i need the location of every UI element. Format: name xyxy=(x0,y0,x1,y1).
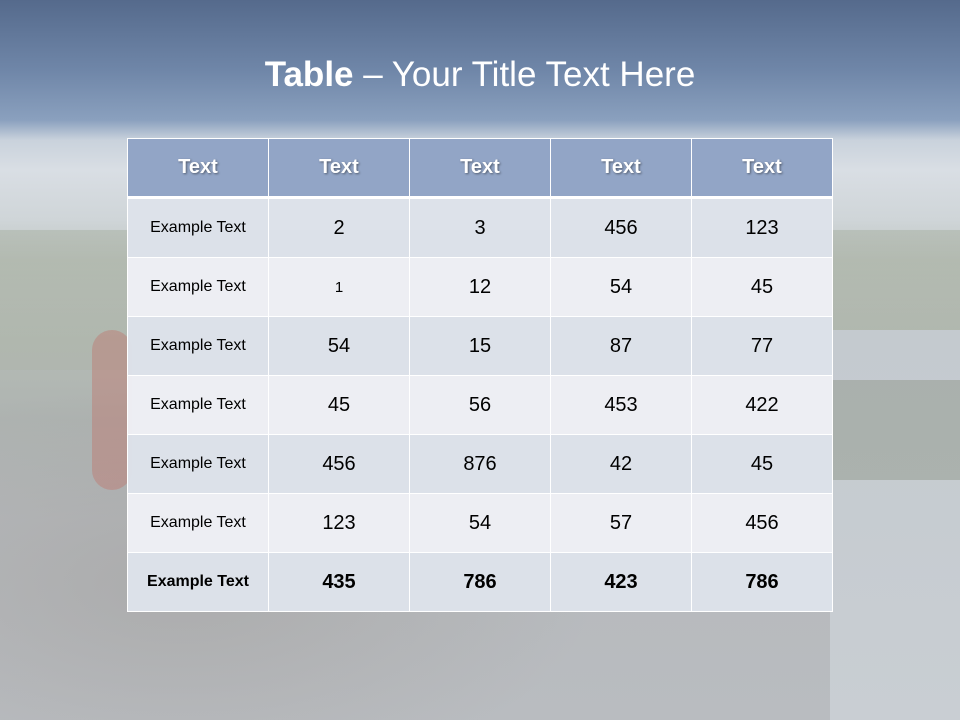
table-row: Example Text 123 54 57 456 xyxy=(127,493,833,553)
table-cell: 54 xyxy=(268,316,410,376)
table-cell: 123 xyxy=(691,197,833,258)
table-header-cell: Text xyxy=(691,138,833,199)
table-row: Example Text 1 12 54 45 xyxy=(127,257,833,317)
table-cell: 45 xyxy=(691,257,833,317)
table-cell: 422 xyxy=(691,375,833,435)
table-cell: 435 xyxy=(268,552,410,612)
table-cell: 423 xyxy=(550,552,692,612)
table-cell: 77 xyxy=(691,316,833,376)
table-header-cell: Text xyxy=(550,138,692,199)
background-hiker xyxy=(92,330,132,490)
table-cell: 87 xyxy=(550,316,692,376)
table-cell: 786 xyxy=(691,552,833,612)
table-cell: 56 xyxy=(409,375,551,435)
table-cell: 3 xyxy=(409,197,551,258)
table-cell: 876 xyxy=(409,434,551,494)
table-total-row: Example Text 435 786 423 786 xyxy=(127,552,833,612)
table-cell: 57 xyxy=(550,493,692,553)
row-label: Example Text xyxy=(127,375,269,435)
table-header-cell: Text xyxy=(268,138,410,199)
table-header-cell: Text xyxy=(409,138,551,199)
table-cell: 123 xyxy=(268,493,410,553)
table-cell: 15 xyxy=(409,316,551,376)
table-cell: 786 xyxy=(409,552,551,612)
table-row: Example Text 45 56 453 422 xyxy=(127,375,833,435)
slide-title: Table – Your Title Text Here xyxy=(0,52,960,98)
row-label: Example Text xyxy=(127,493,269,553)
table-cell: 45 xyxy=(691,434,833,494)
row-label: Example Text xyxy=(127,316,269,376)
row-label: Example Text xyxy=(127,197,269,258)
table-cell: 1 xyxy=(268,257,410,317)
row-label: Example Text xyxy=(127,257,269,317)
table-cell: 456 xyxy=(268,434,410,494)
row-label: Example Text xyxy=(127,552,269,612)
background-forest xyxy=(830,380,960,480)
table-header-cell: Text xyxy=(127,138,269,199)
table-row: Example Text 54 15 87 77 xyxy=(127,316,833,376)
table-row: Example Text 2 3 456 123 xyxy=(127,197,833,258)
table-cell: 456 xyxy=(550,197,692,258)
table-cell: 54 xyxy=(409,493,551,553)
table-cell: 456 xyxy=(691,493,833,553)
row-label: Example Text xyxy=(127,434,269,494)
table-cell: 2 xyxy=(268,197,410,258)
data-table: Text Text Text Text Text Example Text 2 … xyxy=(127,138,833,612)
table-cell: 54 xyxy=(550,257,692,317)
table-row: Example Text 456 876 42 45 xyxy=(127,434,833,494)
table-cell: 45 xyxy=(268,375,410,435)
slide-title-rest: – Your Title Text Here xyxy=(353,55,696,94)
table-cell: 12 xyxy=(409,257,551,317)
table-header-row: Text Text Text Text Text xyxy=(127,138,833,199)
table-cell: 42 xyxy=(550,434,692,494)
table-cell: 453 xyxy=(550,375,692,435)
slide-title-bold: Table xyxy=(264,55,354,94)
